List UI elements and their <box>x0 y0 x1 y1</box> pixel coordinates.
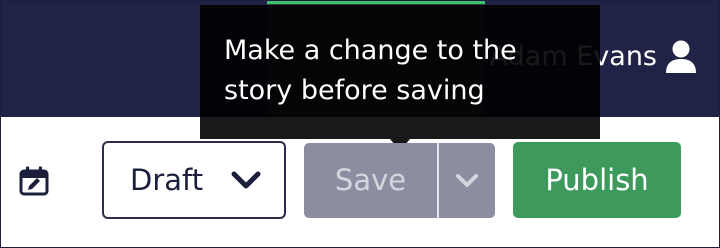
save-button-group: Save <box>304 143 495 218</box>
save-button[interactable]: Save <box>304 143 437 218</box>
publish-button[interactable]: Publish <box>513 142 681 218</box>
user-icon[interactable] <box>665 40 697 74</box>
chevron-down-icon <box>231 171 261 189</box>
tooltip-text: Make a change to the story before saving <box>224 35 517 106</box>
app-frame: Adam Evans Make a change to the story be… <box>0 0 720 248</box>
status-select-value: Draft <box>130 163 204 197</box>
save-button-divider <box>437 143 439 218</box>
calendar-icon[interactable] <box>18 165 50 197</box>
status-select[interactable]: Draft <box>102 141 286 219</box>
chevron-down-icon[interactable] <box>454 172 480 190</box>
save-disabled-tooltip: Make a change to the story before saving <box>200 5 600 139</box>
publish-button-label: Publish <box>545 163 649 197</box>
